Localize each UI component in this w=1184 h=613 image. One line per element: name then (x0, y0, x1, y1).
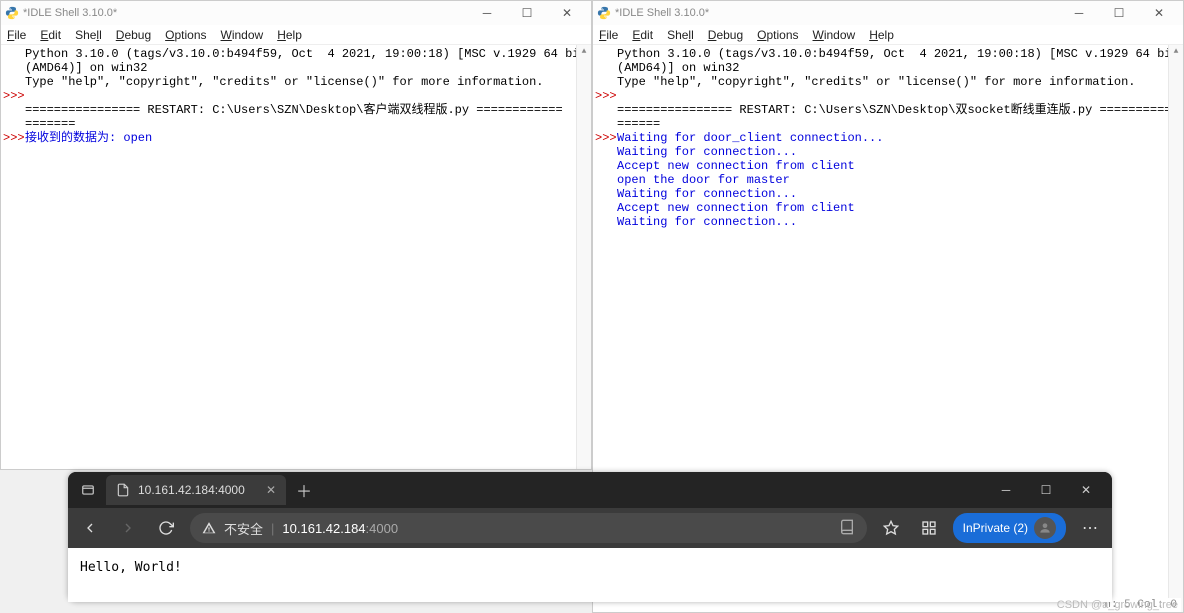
divider: | (271, 521, 274, 536)
collections-button[interactable] (915, 514, 943, 542)
menu-options[interactable]: Options (757, 28, 798, 42)
output-line: Waiting for door_client connection... (617, 131, 1183, 145)
menu-shell[interactable]: Shell (75, 28, 102, 42)
menubar: File Edit Shell Debug Options Window Hel… (1, 25, 591, 45)
menu-debug[interactable]: Debug (116, 28, 151, 42)
maximize-button[interactable]: ☐ (507, 1, 547, 25)
menu-window[interactable]: Window (221, 28, 264, 42)
output-line: Accept new connection from client (617, 201, 1183, 215)
window-controls: ─ ☐ ✕ (467, 1, 587, 25)
reader-icon[interactable] (839, 519, 855, 538)
menu-window[interactable]: Window (813, 28, 856, 42)
minimize-button[interactable]: ─ (1059, 1, 1099, 25)
python-header: Python 3.10.0 (tags/v3.10.0:b494f59, Oct… (617, 47, 1183, 75)
tab-actions-button[interactable] (74, 476, 102, 504)
window-title: *IDLE Shell 3.10.0* (615, 7, 1059, 19)
tab-title: 10.161.42.184:4000 (138, 483, 245, 497)
menu-edit[interactable]: Edit (632, 28, 653, 42)
page-icon (116, 483, 130, 497)
output-line: 接收到的数据为: open (25, 131, 591, 145)
python-header2: Type "help", "copyright", "credits" or "… (25, 75, 591, 89)
menu-shell[interactable]: Shell (667, 28, 694, 42)
output-line: Waiting for connection... (617, 215, 1183, 229)
tab-strip: 10.161.42.184:4000 ✕ ＋ ─ ☐ ✕ (68, 472, 1112, 508)
close-button[interactable]: ✕ (547, 1, 587, 25)
shell-output-left[interactable]: Python 3.10.0 (tags/v3.10.0:b494f59, Oct… (1, 45, 591, 469)
browser-window: 10.161.42.184:4000 ✕ ＋ ─ ☐ ✕ 不安全 | 10.16… (68, 472, 1112, 602)
restart-tail: ====== (617, 117, 1183, 131)
minimize-button[interactable]: ─ (986, 472, 1026, 508)
menu-file[interactable]: File (7, 28, 26, 42)
address-bar[interactable]: 不安全 | 10.161.42.184:4000 (190, 513, 867, 543)
menu-help[interactable]: Help (277, 28, 302, 42)
output-line: Waiting for connection... (617, 187, 1183, 201)
close-button[interactable]: ✕ (1066, 472, 1106, 508)
scroll-up-icon[interactable]: ▲ (577, 45, 591, 59)
python-header: Python 3.10.0 (tags/v3.10.0:b494f59, Oct… (25, 47, 591, 75)
back-button[interactable] (76, 514, 104, 542)
close-button[interactable]: ✕ (1139, 1, 1179, 25)
restart-line: ================ RESTART: C:\Users\SZN\D… (617, 103, 1183, 117)
menu-options[interactable]: Options (165, 28, 206, 42)
url-text: 10.161.42.184:4000 (282, 521, 398, 536)
python-header2: Type "help", "copyright", "credits" or "… (617, 75, 1183, 89)
menubar: File Edit Shell Debug Options Window Hel… (593, 25, 1183, 45)
menu-file[interactable]: File (599, 28, 618, 42)
scroll-up-icon[interactable]: ▲ (1169, 45, 1183, 59)
prompt: >>> (593, 89, 617, 103)
prompt: >>> (593, 131, 617, 145)
browser-tab[interactable]: 10.161.42.184:4000 ✕ (106, 475, 286, 505)
python-icon (597, 6, 611, 20)
favorites-button[interactable] (877, 514, 905, 542)
prompt: >>> (1, 89, 25, 103)
menu-edit[interactable]: Edit (40, 28, 61, 42)
browser-window-controls: ─ ☐ ✕ (986, 472, 1106, 508)
idle-window-left: *IDLE Shell 3.10.0* ─ ☐ ✕ File Edit Shel… (0, 0, 592, 470)
scrollbar-vertical[interactable]: ▲ (1168, 45, 1183, 612)
window-title: *IDLE Shell 3.10.0* (23, 7, 467, 19)
minimize-button[interactable]: ─ (467, 1, 507, 25)
output-line: Waiting for connection... (617, 145, 1183, 159)
new-tab-button[interactable]: ＋ (290, 476, 318, 504)
python-icon (5, 6, 19, 20)
output-line: Accept new connection from client (617, 159, 1183, 173)
maximize-button[interactable]: ☐ (1099, 1, 1139, 25)
insecure-label: 不安全 (224, 519, 263, 538)
maximize-button[interactable]: ☐ (1026, 472, 1066, 508)
scrollbar-vertical[interactable]: ▲ (576, 45, 591, 469)
tab-close-button[interactable]: ✕ (266, 483, 276, 497)
forward-button[interactable] (114, 514, 142, 542)
inprivate-label: InPrivate (2) (963, 521, 1028, 535)
browser-toolbar: 不安全 | 10.161.42.184:4000 InPrivate (2) ⋯ (68, 508, 1112, 548)
page-content[interactable]: Hello, World! (68, 548, 1112, 602)
output-line: open the door for master (617, 173, 1183, 187)
titlebar[interactable]: *IDLE Shell 3.10.0* ─ ☐ ✕ (593, 1, 1183, 25)
restart-line: ================ RESTART: C:\Users\SZN\D… (25, 103, 591, 117)
menu-debug[interactable]: Debug (708, 28, 743, 42)
warning-icon (202, 521, 216, 535)
avatar-icon (1034, 517, 1056, 539)
window-controls: ─ ☐ ✕ (1059, 1, 1179, 25)
more-button[interactable]: ⋯ (1076, 514, 1104, 542)
menu-help[interactable]: Help (869, 28, 894, 42)
restart-tail: ======= (25, 117, 591, 131)
page-text: Hello, World! (80, 560, 182, 575)
refresh-button[interactable] (152, 514, 180, 542)
inprivate-pill[interactable]: InPrivate (2) (953, 513, 1066, 543)
titlebar[interactable]: *IDLE Shell 3.10.0* ─ ☐ ✕ (1, 1, 591, 25)
prompt: >>> (1, 131, 25, 145)
watermark: CSDN @a_growing_tree (1057, 599, 1178, 611)
